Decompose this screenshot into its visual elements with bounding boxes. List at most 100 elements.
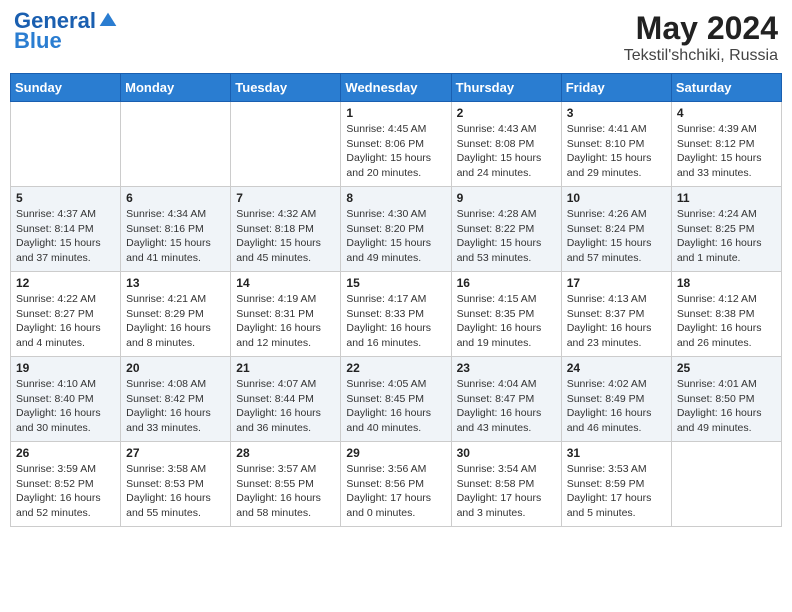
day-number: 15 [346, 276, 445, 290]
day-number: 13 [126, 276, 225, 290]
day-info: Sunrise: 4:34 AMSunset: 8:16 PMDaylight:… [126, 207, 225, 266]
day-number: 24 [567, 361, 666, 375]
day-number: 14 [236, 276, 335, 290]
calendar-cell [231, 102, 341, 187]
calendar-cell: 9 Sunrise: 4:28 AMSunset: 8:22 PMDaylight… [451, 187, 561, 272]
col-header-monday: Monday [121, 74, 231, 102]
day-number: 21 [236, 361, 335, 375]
day-number: 2 [457, 106, 556, 120]
calendar-cell: 4 Sunrise: 4:39 AMSunset: 8:12 PMDaylight… [671, 102, 781, 187]
day-info: Sunrise: 4:30 AMSunset: 8:20 PMDaylight:… [346, 207, 445, 266]
day-number: 8 [346, 191, 445, 205]
day-info: Sunrise: 4:13 AMSunset: 8:37 PMDaylight:… [567, 292, 666, 351]
calendar-cell: 6 Sunrise: 4:34 AMSunset: 8:16 PMDaylight… [121, 187, 231, 272]
logo: General Blue [14, 10, 118, 54]
day-number: 9 [457, 191, 556, 205]
day-info: Sunrise: 3:59 AMSunset: 8:52 PMDaylight:… [16, 462, 115, 521]
day-number: 27 [126, 446, 225, 460]
day-info: Sunrise: 4:43 AMSunset: 8:08 PMDaylight:… [457, 122, 556, 181]
page-header: General Blue May 2024 Tekstil'shchiki, R… [10, 10, 782, 65]
day-number: 25 [677, 361, 776, 375]
day-info: Sunrise: 3:54 AMSunset: 8:58 PMDaylight:… [457, 462, 556, 521]
calendar-cell: 26 Sunrise: 3:59 AMSunset: 8:52 PMDayligh… [11, 442, 121, 527]
calendar-cell: 15 Sunrise: 4:17 AMSunset: 8:33 PMDayligh… [341, 272, 451, 357]
day-number: 7 [236, 191, 335, 205]
calendar-cell: 29 Sunrise: 3:56 AMSunset: 8:56 PMDayligh… [341, 442, 451, 527]
day-number: 18 [677, 276, 776, 290]
calendar-cell: 7 Sunrise: 4:32 AMSunset: 8:18 PMDaylight… [231, 187, 341, 272]
day-number: 5 [16, 191, 115, 205]
day-info: Sunrise: 4:37 AMSunset: 8:14 PMDaylight:… [16, 207, 115, 266]
day-number: 22 [346, 361, 445, 375]
calendar-cell: 23Sunrise: 4:04 AMSunset: 8:47 PMDayligh… [451, 357, 561, 442]
title-block: May 2024 Tekstil'shchiki, Russia [624, 10, 778, 65]
day-number: 16 [457, 276, 556, 290]
calendar-cell: 3 Sunrise: 4:41 AMSunset: 8:10 PMDaylight… [561, 102, 671, 187]
day-info: Sunrise: 4:01 AMSunset: 8:50 PMDaylight:… [677, 377, 776, 436]
calendar-cell: 16Sunrise: 4:15 AMSunset: 8:35 PMDayligh… [451, 272, 561, 357]
day-number: 30 [457, 446, 556, 460]
day-number: 29 [346, 446, 445, 460]
calendar-cell: 8 Sunrise: 4:30 AMSunset: 8:20 PMDaylight… [341, 187, 451, 272]
calendar-cell: 24 Sunrise: 4:02 AMSunset: 8:49 PMDayligh… [561, 357, 671, 442]
calendar-cell: 28Sunrise: 3:57 AMSunset: 8:55 PMDayligh… [231, 442, 341, 527]
day-number: 23 [457, 361, 556, 375]
day-info: Sunrise: 4:41 AMSunset: 8:10 PMDaylight:… [567, 122, 666, 181]
col-header-tuesday: Tuesday [231, 74, 341, 102]
col-header-sunday: Sunday [11, 74, 121, 102]
day-info: Sunrise: 4:12 AMSunset: 8:38 PMDaylight:… [677, 292, 776, 351]
day-number: 12 [16, 276, 115, 290]
day-number: 11 [677, 191, 776, 205]
calendar-header-row: SundayMondayTuesdayWednesdayThursdayFrid… [11, 74, 782, 102]
col-header-wednesday: Wednesday [341, 74, 451, 102]
calendar-week-row: 5 Sunrise: 4:37 AMSunset: 8:14 PMDaylight… [11, 187, 782, 272]
logo-icon [98, 11, 118, 31]
calendar-cell [11, 102, 121, 187]
day-number: 26 [16, 446, 115, 460]
col-header-friday: Friday [561, 74, 671, 102]
day-number: 31 [567, 446, 666, 460]
location-title: Tekstil'shchiki, Russia [624, 47, 778, 65]
day-number: 3 [567, 106, 666, 120]
day-info: Sunrise: 4:02 AMSunset: 8:49 PMDaylight:… [567, 377, 666, 436]
day-info: Sunrise: 3:56 AMSunset: 8:56 PMDaylight:… [346, 462, 445, 521]
calendar-cell: 31Sunrise: 3:53 AMSunset: 8:59 PMDayligh… [561, 442, 671, 527]
day-number: 28 [236, 446, 335, 460]
day-number: 4 [677, 106, 776, 120]
day-number: 17 [567, 276, 666, 290]
day-info: Sunrise: 4:45 AMSunset: 8:06 PMDaylight:… [346, 122, 445, 181]
day-number: 1 [346, 106, 445, 120]
calendar-table: SundayMondayTuesdayWednesdayThursdayFrid… [10, 73, 782, 527]
day-info: Sunrise: 4:17 AMSunset: 8:33 PMDaylight:… [346, 292, 445, 351]
calendar-cell: 1 Sunrise: 4:45 AMSunset: 8:06 PMDaylight… [341, 102, 451, 187]
calendar-cell: 25 Sunrise: 4:01 AMSunset: 8:50 PMDayligh… [671, 357, 781, 442]
day-info: Sunrise: 4:19 AMSunset: 8:31 PMDaylight:… [236, 292, 335, 351]
calendar-cell: 17 Sunrise: 4:13 AMSunset: 8:37 PMDayligh… [561, 272, 671, 357]
calendar-cell: 13Sunrise: 4:21 AMSunset: 8:29 PMDayligh… [121, 272, 231, 357]
calendar-cell: 22 Sunrise: 4:05 AMSunset: 8:45 PMDayligh… [341, 357, 451, 442]
calendar-cell: 5 Sunrise: 4:37 AMSunset: 8:14 PMDaylight… [11, 187, 121, 272]
day-number: 6 [126, 191, 225, 205]
day-info: Sunrise: 4:24 AMSunset: 8:25 PMDaylight:… [677, 207, 776, 266]
day-info: Sunrise: 4:05 AMSunset: 8:45 PMDaylight:… [346, 377, 445, 436]
calendar-cell: 12Sunrise: 4:22 AMSunset: 8:27 PMDayligh… [11, 272, 121, 357]
day-number: 10 [567, 191, 666, 205]
calendar-cell: 14 Sunrise: 4:19 AMSunset: 8:31 PMDayligh… [231, 272, 341, 357]
day-number: 20 [126, 361, 225, 375]
calendar-cell: 19Sunrise: 4:10 AMSunset: 8:40 PMDayligh… [11, 357, 121, 442]
day-info: Sunrise: 4:28 AMSunset: 8:22 PMDaylight:… [457, 207, 556, 266]
day-number: 19 [16, 361, 115, 375]
calendar-week-row: 26 Sunrise: 3:59 AMSunset: 8:52 PMDayligh… [11, 442, 782, 527]
calendar-cell [121, 102, 231, 187]
day-info: Sunrise: 4:32 AMSunset: 8:18 PMDaylight:… [236, 207, 335, 266]
day-info: Sunrise: 4:39 AMSunset: 8:12 PMDaylight:… [677, 122, 776, 181]
col-header-saturday: Saturday [671, 74, 781, 102]
col-header-thursday: Thursday [451, 74, 561, 102]
day-info: Sunrise: 4:08 AMSunset: 8:42 PMDaylight:… [126, 377, 225, 436]
calendar-cell: 2 Sunrise: 4:43 AMSunset: 8:08 PMDaylight… [451, 102, 561, 187]
day-info: Sunrise: 4:07 AMSunset: 8:44 PMDaylight:… [236, 377, 335, 436]
calendar-cell: 27Sunrise: 3:58 AMSunset: 8:53 PMDayligh… [121, 442, 231, 527]
calendar-cell: 20 Sunrise: 4:08 AMSunset: 8:42 PMDayligh… [121, 357, 231, 442]
calendar-week-row: 19Sunrise: 4:10 AMSunset: 8:40 PMDayligh… [11, 357, 782, 442]
month-title: May 2024 [624, 10, 778, 47]
